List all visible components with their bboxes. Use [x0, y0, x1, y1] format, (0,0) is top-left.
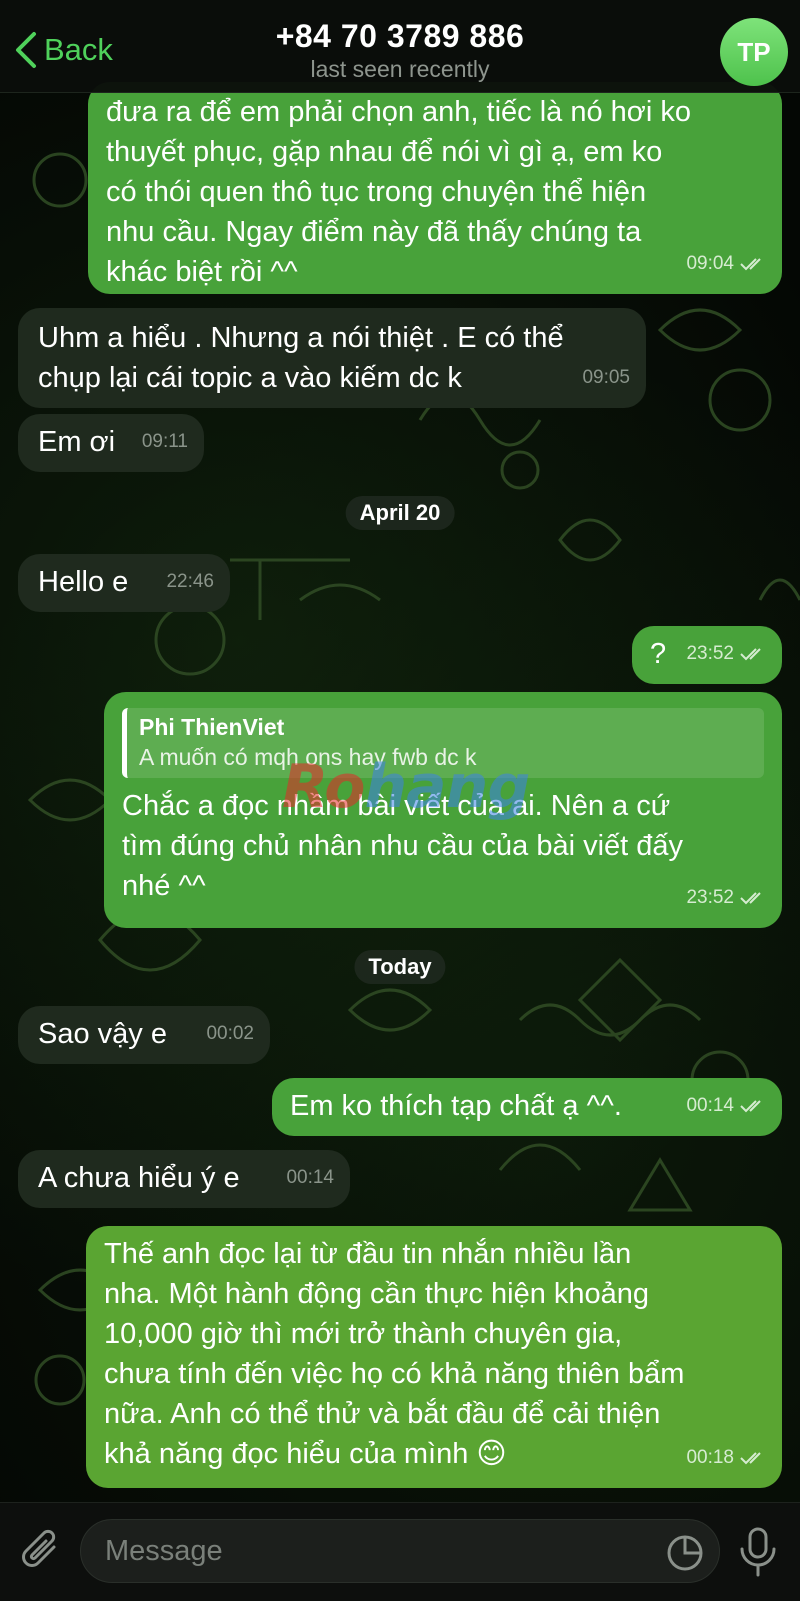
date-separator: April 20: [345, 496, 455, 530]
message-bubble-incoming[interactable]: Em ơi 09:11: [18, 414, 204, 472]
message-composer: [0, 1502, 800, 1601]
sticker-icon[interactable]: [665, 1533, 705, 1573]
message-list[interactable]: đưa ra để em phải chọn anh, tiếc là nó h…: [0, 0, 800, 1600]
message-bubble-incoming[interactable]: Uhm a hiểu . Nhưng a nói thiệt . E có th…: [18, 308, 646, 408]
chat-status: last seen recently: [310, 56, 490, 82]
message-bubble-outgoing[interactable]: Em ko thích tạp chất ạ ^^. 00:14: [272, 1078, 782, 1136]
message-time: 23:52: [686, 643, 734, 664]
watermark-logo: Rohang: [282, 752, 530, 822]
avatar[interactable]: TP: [720, 18, 788, 86]
message-time: 09:04: [686, 253, 734, 274]
date-separator: Today: [354, 950, 446, 984]
reply-sender-name: Phi ThienViet: [139, 714, 285, 740]
microphone-icon[interactable]: [736, 1525, 780, 1579]
message-text: Thế anh đọc lại từ đầu tin nhắn nhiều lầ…: [104, 1238, 685, 1470]
double-check-icon: [740, 648, 761, 661]
message-bubble-outgoing[interactable]: ? 23:52: [632, 626, 782, 684]
message-input[interactable]: [80, 1519, 720, 1583]
message-bubble-outgoing[interactable]: Thế anh đọc lại từ đầu tin nhắn nhiều lầ…: [86, 1226, 782, 1488]
message-time: 09:05: [582, 367, 630, 388]
message-time: 00:18: [686, 1447, 734, 1468]
message-time: 23:52: [686, 887, 734, 908]
message-time: 09:11: [141, 431, 188, 452]
message-time: 00:14: [686, 1095, 734, 1116]
message-time: 22:46: [166, 571, 214, 592]
message-bubble-outgoing[interactable]: đưa ra để em phải chọn anh, tiếc là nó h…: [88, 82, 782, 294]
chat-title[interactable]: +84 70 3789 886: [0, 18, 800, 55]
message-text: Uhm a hiểu . Nhưng a nói thiệt . E có th…: [38, 322, 564, 394]
double-check-icon: [740, 1100, 761, 1113]
chat-header: Back +84 70 3789 886 last seen recently …: [0, 0, 800, 93]
paperclip-icon[interactable]: [18, 1525, 66, 1577]
message-bubble-incoming[interactable]: Sao vậy e 00:02: [18, 1006, 270, 1064]
message-time: 00:02: [206, 1023, 254, 1044]
message-text: đưa ra để em phải chọn anh, tiếc là nó h…: [106, 96, 691, 288]
double-check-icon: [740, 258, 761, 271]
message-bubble-incoming[interactable]: A chưa hiểu ý e 00:14: [18, 1150, 350, 1208]
message-bubble-incoming[interactable]: Hello e 22:46: [18, 554, 230, 612]
double-check-icon: [740, 892, 761, 905]
double-check-icon: [740, 1452, 761, 1465]
message-time: 00:14: [286, 1167, 334, 1188]
